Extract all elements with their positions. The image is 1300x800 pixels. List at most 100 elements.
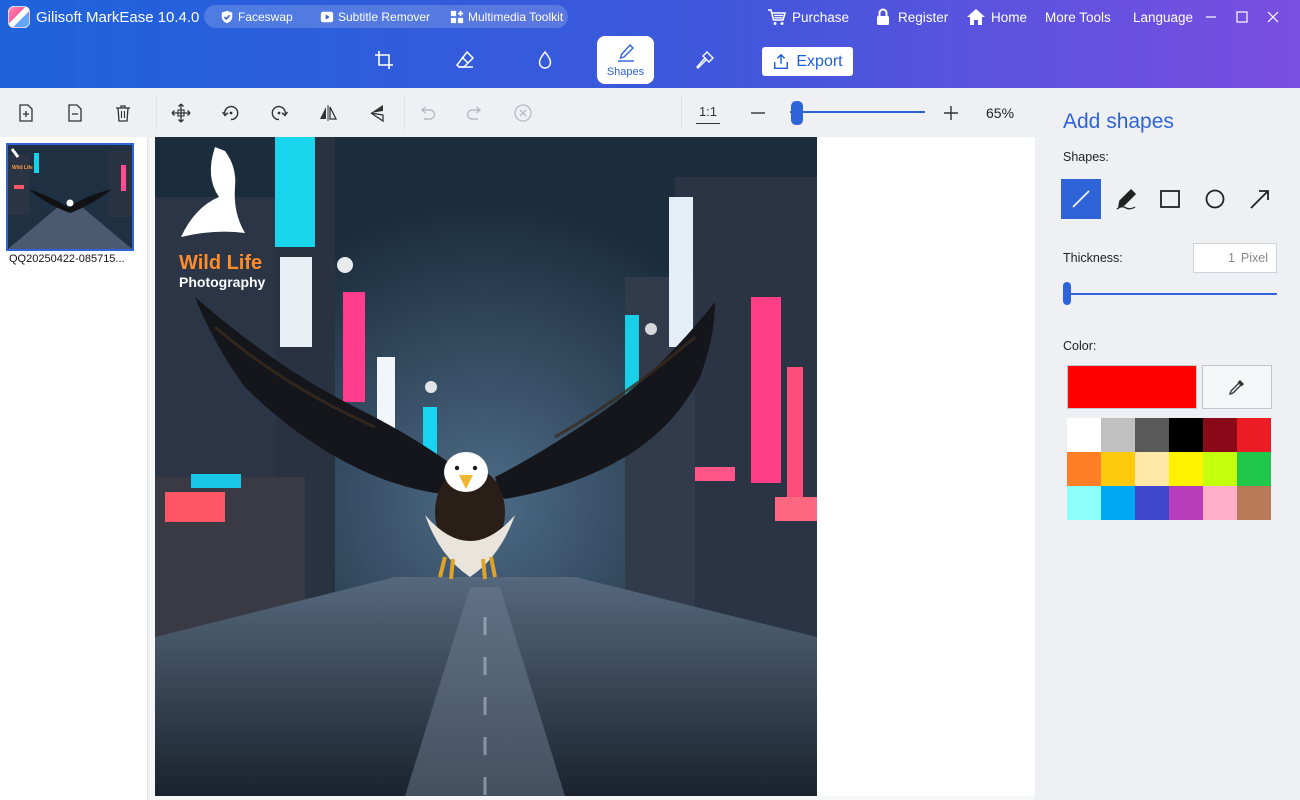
thickness-slider-thumb[interactable] — [1063, 282, 1071, 305]
color-swatch[interactable] — [1169, 418, 1203, 452]
undo-icon — [420, 106, 436, 120]
zoom-slider-thumb[interactable] — [791, 101, 803, 125]
shapes-panel: Add shapes Shapes: Thickness: 1 Pixel Co… — [1035, 88, 1300, 800]
color-palette — [1067, 418, 1272, 520]
mode-eraser-button[interactable] — [436, 36, 493, 84]
mode-blur-button[interactable] — [516, 36, 573, 84]
thickness-slider-track[interactable] — [1063, 293, 1277, 295]
toolbar-separator — [156, 96, 157, 130]
file-thumbnail[interactable]: Wild Life — [6, 143, 134, 251]
color-swatch[interactable] — [1203, 418, 1237, 452]
color-swatch[interactable] — [1101, 418, 1135, 452]
rectangle-icon — [1160, 190, 1180, 208]
color-swatch[interactable] — [1237, 418, 1271, 452]
grid-plus-icon — [450, 10, 464, 23]
cart-icon — [768, 9, 787, 25]
thumb-watermark-text: Wild Life — [12, 165, 33, 171]
clear-circle-icon — [514, 104, 532, 122]
zoom-slider-track[interactable] — [790, 111, 925, 113]
thickness-label: Thickness: — [1063, 251, 1123, 265]
color-swatch[interactable] — [1237, 486, 1271, 520]
panel-title: Add shapes — [1063, 110, 1174, 133]
export-label: Export — [796, 52, 843, 70]
home-link[interactable]: Home — [966, 0, 1027, 34]
color-swatch[interactable] — [1135, 486, 1169, 520]
minus-icon — [751, 112, 765, 114]
app-header: Gilisoft MarkEase 10.4.0 Faceswap Subtit… — [0, 0, 1300, 88]
home-label: Home — [991, 9, 1028, 25]
color-swatch[interactable] — [1135, 418, 1169, 452]
eagle-photo-image: Wild Life Photography — [155, 137, 817, 796]
maximize-icon — [1236, 11, 1248, 23]
faceswap-link[interactable]: Faceswap — [220, 5, 293, 28]
color-swatch[interactable] — [1067, 418, 1101, 452]
color-swatch[interactable] — [1203, 486, 1237, 520]
add-file-icon — [19, 104, 33, 122]
maximize-button[interactable] — [1230, 5, 1254, 29]
color-picker-button[interactable] — [1202, 365, 1272, 409]
language-link[interactable]: Language — [1133, 0, 1193, 34]
mode-crop-button[interactable] — [355, 36, 412, 84]
color-swatch[interactable] — [1135, 452, 1169, 486]
flip-horizontal-icon — [320, 105, 338, 121]
add-file-button[interactable] — [13, 100, 39, 126]
clear-button[interactable] — [510, 100, 536, 126]
shape-pen-button[interactable] — [1106, 179, 1146, 219]
flip-vertical-button[interactable] — [364, 100, 390, 126]
purchase-link[interactable]: Purchase — [767, 0, 849, 34]
multimedia-toolkit-link[interactable]: Multimedia Toolkit — [450, 5, 563, 28]
subtitle-remover-link[interactable]: Subtitle Remover — [320, 5, 430, 28]
mode-bar: Shapes Export — [0, 34, 1300, 88]
redo-button[interactable] — [462, 100, 488, 126]
rotate-left-button[interactable] — [218, 100, 244, 126]
mode-shapes-button[interactable]: Shapes — [597, 36, 654, 84]
minimize-icon — [1206, 16, 1216, 18]
minimize-button[interactable] — [1199, 5, 1223, 29]
rotate-right-button[interactable] — [266, 100, 292, 126]
export-button[interactable]: Export — [762, 47, 853, 76]
eraser-icon — [455, 50, 474, 68]
color-swatch[interactable] — [1101, 452, 1135, 486]
register-link[interactable]: Register — [873, 0, 948, 34]
color-swatch[interactable] — [1203, 452, 1237, 486]
shape-circle-button[interactable] — [1195, 179, 1235, 219]
crop-icon — [374, 51, 393, 69]
zoom-in-button[interactable] — [938, 100, 964, 126]
image-canvas[interactable]: Wild Life Photography — [155, 137, 817, 796]
actual-size-button[interactable]: 1:1 — [696, 100, 720, 124]
export-icon — [774, 53, 789, 69]
undo-button[interactable] — [414, 100, 440, 126]
canvas-area: Wild Life Photography — [150, 137, 1035, 800]
lock-icon — [877, 8, 889, 25]
magic-wand-icon — [695, 51, 714, 69]
close-button[interactable] — [1261, 5, 1285, 29]
color-swatch[interactable] — [1169, 452, 1203, 486]
remove-file-button[interactable] — [62, 100, 88, 126]
shape-line-button[interactable] — [1061, 179, 1101, 219]
color-swatch[interactable] — [1237, 452, 1271, 486]
home-icon — [967, 9, 985, 25]
shape-rectangle-button[interactable] — [1150, 179, 1190, 219]
color-swatch[interactable] — [1101, 486, 1135, 520]
language-label: Language — [1133, 9, 1194, 25]
remove-file-icon — [68, 104, 82, 122]
rotate-left-icon — [221, 105, 239, 121]
move-button[interactable] — [168, 100, 194, 126]
flip-horizontal-button[interactable] — [315, 100, 341, 126]
more-tools-label: More Tools — [1045, 9, 1111, 25]
thumbnail-eagle-image: Wild Life — [8, 145, 132, 249]
shape-arrow-button[interactable] — [1240, 179, 1280, 219]
more-tools-link[interactable]: More Tools — [1045, 0, 1111, 34]
current-color-swatch[interactable] — [1067, 365, 1197, 409]
zoom-out-button[interactable] — [745, 100, 771, 126]
color-label: Color: — [1063, 339, 1097, 353]
color-swatch[interactable] — [1067, 452, 1101, 486]
thickness-unit: Pixel — [1240, 251, 1268, 265]
mode-magic-button[interactable] — [676, 36, 733, 84]
plus-icon — [944, 106, 958, 120]
color-swatch[interactable] — [1067, 486, 1101, 520]
thickness-input[interactable]: 1 Pixel — [1193, 243, 1277, 273]
redo-icon — [466, 106, 482, 120]
delete-button[interactable] — [110, 100, 136, 126]
color-swatch[interactable] — [1169, 486, 1203, 520]
